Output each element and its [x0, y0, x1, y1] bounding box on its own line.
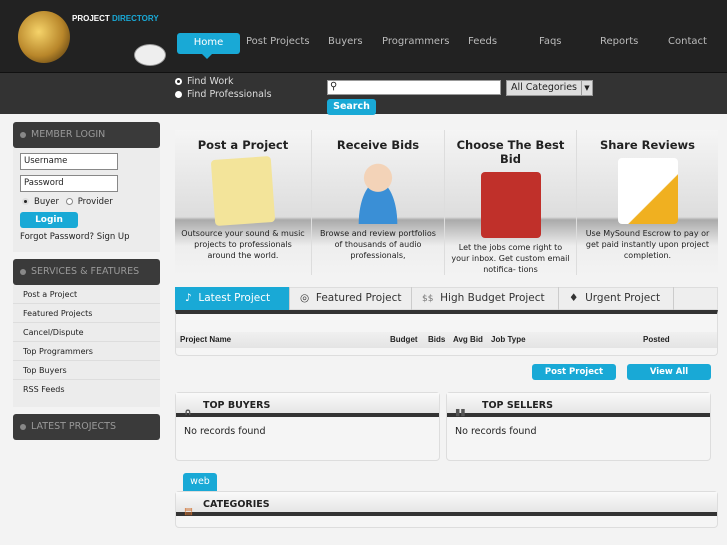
- sidebar-item-post-project[interactable]: Post a Project: [13, 285, 160, 304]
- category-tab-web[interactable]: web: [183, 473, 217, 492]
- member-login-header: MEMBER LOGIN: [13, 122, 160, 148]
- mouse-icon: [134, 44, 166, 66]
- col-budget: Budget: [390, 335, 418, 344]
- col-bids: Bids: [428, 335, 446, 344]
- sidebar-item-top-buyers[interactable]: Top Buyers: [13, 361, 160, 380]
- find-professionals-radio[interactable]: Find Professionals: [175, 89, 272, 100]
- forgot-password-link[interactable]: Forgot Password?: [20, 232, 94, 242]
- pin-icon: ♦: [569, 292, 579, 304]
- top-sellers-panel: ▮▮ TOP SELLERS No records found: [446, 392, 711, 461]
- step-share-reviews: Share Reviews Use MySound Escrow to pay o…: [577, 130, 718, 275]
- tab-high-budget-project[interactable]: $$ High Budget Project: [412, 287, 559, 310]
- user-icon: [348, 158, 408, 224]
- sticky-note-icon: [210, 155, 276, 227]
- nav-home[interactable]: Home: [177, 33, 240, 59]
- music-note-icon: ♪: [185, 292, 192, 304]
- sidebar-item-top-programmers[interactable]: Top Programmers: [13, 342, 160, 361]
- services-header: SERVICES & FEATURES: [13, 259, 160, 285]
- sidebar-item-rss-feeds[interactable]: RSS Feeds: [13, 380, 160, 399]
- pencil-document-icon: [617, 158, 678, 224]
- bar-chart-icon: ▮▮: [455, 407, 466, 418]
- tab-urgent-project[interactable]: ♦ Urgent Project: [559, 287, 674, 310]
- sign-up-link[interactable]: Sign Up: [97, 232, 130, 242]
- post-project-button[interactable]: Post Project: [532, 364, 616, 380]
- col-posted: Posted: [643, 335, 670, 344]
- step-choose-best-bid: Choose The Best Bid Let the jobs come rig…: [445, 130, 577, 275]
- latest-projects-header: LATEST PROJECTS: [13, 414, 160, 440]
- login-button[interactable]: Login: [20, 212, 78, 228]
- categories-panel: ▤ CATEGORIES: [175, 491, 718, 528]
- headphones-icon: ∩: [184, 407, 192, 418]
- nav-post-projects[interactable]: Post Projects: [246, 36, 310, 47]
- role-radio-group: Buyer Provider: [22, 197, 113, 207]
- sidebar-item-featured-projects[interactable]: Featured Projects: [13, 304, 160, 323]
- search-input[interactable]: ⚲: [327, 80, 501, 95]
- target-icon: ◎: [300, 292, 310, 304]
- step-post-project: Post a Project Outsource your sound & mus…: [175, 130, 312, 275]
- tab-featured-project[interactable]: ◎ Featured Project: [290, 287, 412, 310]
- nav-programmers[interactable]: Programmers: [382, 36, 449, 47]
- nav-reports[interactable]: Reports: [600, 36, 638, 47]
- sidebar-item-cancel-dispute[interactable]: Cancel/Dispute: [13, 323, 160, 342]
- chevron-down-icon: ▼: [581, 81, 592, 95]
- top-buyers-panel: ∩ TOP BUYERS No records found: [175, 392, 440, 461]
- category-select[interactable]: All Categories ▼: [506, 80, 593, 96]
- col-project-name: Project Name: [180, 335, 232, 344]
- logo-globe[interactable]: [18, 11, 70, 63]
- col-job-type: Job Type: [491, 335, 526, 344]
- col-avg-bid: Avg Bid: [453, 335, 483, 344]
- logo-text[interactable]: PROJECT DIRECTORY: [72, 14, 159, 23]
- tab-latest-project[interactable]: ♪ Latest Project: [175, 287, 290, 310]
- search-icon: ⚲: [330, 81, 338, 92]
- search-button[interactable]: Search: [327, 99, 376, 115]
- step-receive-bids: Receive Bids Browse and review portfolios…: [312, 130, 445, 275]
- find-work-radio[interactable]: Find Work: [175, 76, 234, 87]
- dollar-icon: $$: [422, 294, 434, 304]
- nav-faqs[interactable]: Faqs: [539, 36, 562, 47]
- portfolio-icon: [480, 172, 541, 238]
- username-field[interactable]: Username: [20, 153, 118, 170]
- notebook-icon: ▤: [184, 506, 193, 517]
- provider-radio[interactable]: [65, 198, 73, 205]
- password-field[interactable]: Password: [20, 175, 118, 192]
- nav-buyers[interactable]: Buyers: [328, 36, 363, 47]
- nav-contact[interactable]: Contact: [668, 36, 707, 47]
- nav-feeds[interactable]: Feeds: [468, 36, 497, 47]
- buyer-radio[interactable]: [22, 198, 29, 205]
- view-all-button[interactable]: View All: [627, 364, 711, 380]
